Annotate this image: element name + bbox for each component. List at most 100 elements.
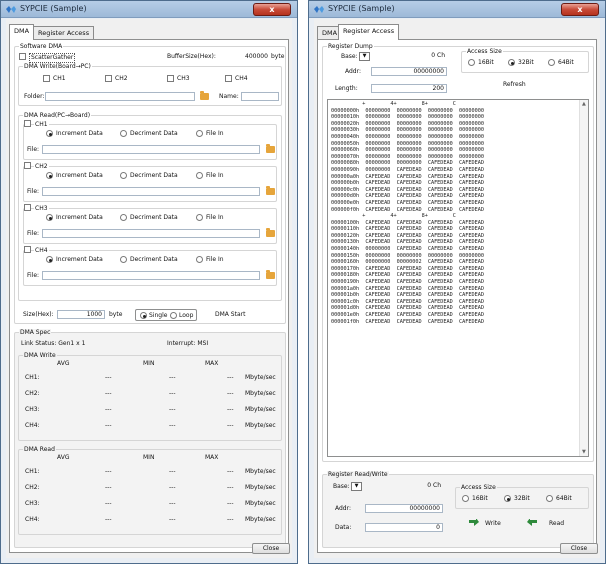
single-radio[interactable]	[140, 312, 147, 319]
read-ch4-decriment-radio[interactable]	[120, 256, 127, 263]
read-ch4-checkbox[interactable]	[24, 246, 31, 253]
write-ch2-label: CH2	[115, 75, 128, 82]
dump-scrollbar[interactable]: ▲ ▼	[579, 100, 588, 456]
read-ch2-decriment-radio[interactable]	[120, 172, 127, 179]
read-ch3-file-input[interactable]	[42, 229, 260, 238]
refresh-button[interactable]: Refresh	[503, 81, 526, 89]
dump-line: 00000030h 00000000 00000000 00000000 000…	[331, 127, 485, 134]
rw-addr-label: Addr:	[335, 505, 351, 512]
dump-line: 00000020h 00000000 00000000 00000000 000…	[331, 120, 485, 127]
close-button[interactable]: Close	[560, 543, 598, 554]
read-ch3-folder-icon[interactable]	[266, 228, 275, 237]
dump-line: 000001b0h CAFEDEAD CAFEDEAD CAFEDEAD CAF…	[331, 292, 485, 299]
folder-input[interactable]	[45, 92, 195, 101]
read-ch2-folder-icon[interactable]	[266, 186, 275, 195]
interrupt-status: Interrupt: MSI	[167, 340, 209, 347]
title-bar[interactable]: SYPCIE (Sample) x	[309, 1, 605, 18]
read-ch3-increment-radio[interactable]	[46, 214, 53, 221]
dump-line: 000001c0h CAFEDEAD CAFEDEAD CAFEDEAD CAF…	[331, 298, 485, 305]
dump-32bit-label: 32Bit	[518, 59, 534, 66]
read-ch1-file-input[interactable]	[42, 145, 260, 154]
tab-register-access[interactable]: Register Access	[33, 26, 95, 39]
rw-addr-input[interactable]: 00000000	[365, 504, 443, 513]
read-ch1-decriment-radio[interactable]	[120, 130, 127, 137]
read-ch1-filein-label: File In	[206, 130, 224, 137]
read-ch3-filein-radio[interactable]	[196, 214, 203, 221]
write-row-max: ---	[227, 422, 234, 429]
base-dropdown-icon[interactable]: ▼	[359, 52, 370, 61]
read-ch2-increment-radio[interactable]	[46, 172, 53, 179]
single-label: Single	[149, 312, 168, 319]
dma-write-group: DMA Write(Board→PC) CH1 CH2 CH3 CH4 Fold…	[18, 63, 282, 106]
rw-32bit-label: 32Bit	[514, 495, 530, 502]
read-arrow-icon[interactable]	[527, 519, 537, 527]
dma-read-group: DMA Read(PC→Board) CH1 Increment Data De…	[18, 112, 282, 301]
dump-listbox[interactable]: + 4+ 8+ C 00000000h 00000000 00000000 000…	[327, 99, 589, 457]
dump-line: 000000d0h CAFEDEAD CAFEDEAD CAFEDEAD CAF…	[331, 193, 485, 200]
dma-panel: Software DMA ScatterGather BufferSize(He…	[9, 39, 289, 553]
tab-dma[interactable]: DMA	[9, 24, 35, 40]
write-ch1-checkbox[interactable]	[43, 75, 50, 82]
close-button[interactable]: Close	[252, 543, 290, 554]
register-window: SYPCIE (Sample) x DMA Register Access Re…	[308, 0, 606, 564]
write-arrow-icon[interactable]	[469, 519, 479, 527]
dump-line: 00000050h 00000000 00000000 00000000 000…	[331, 140, 485, 147]
rw-64bit-radio[interactable]	[546, 495, 553, 502]
read-ch1-increment-radio[interactable]	[46, 130, 53, 137]
register-rw-group: Register Read/Write Base: ▼ 0 Ch Addr: 0…	[322, 471, 594, 548]
write-ch2-checkbox[interactable]	[105, 75, 112, 82]
rw-access-size-legend: Access Size	[460, 484, 497, 492]
write-row-avg: ---	[105, 422, 112, 429]
buffer-size-label: BufferSize(Hex):	[167, 53, 216, 60]
folder-browse-icon[interactable]	[200, 91, 209, 100]
read-ch3-decriment-radio[interactable]	[120, 214, 127, 221]
read-ch3-checkbox[interactable]	[24, 204, 31, 211]
read-ch2-checkbox[interactable]	[24, 162, 31, 169]
write-row-avg: ---	[105, 406, 112, 413]
dump-16bit-radio[interactable]	[468, 59, 475, 66]
window-close-button[interactable]: x	[561, 3, 599, 16]
read-ch4-filein-radio[interactable]	[196, 256, 203, 263]
tab-register-access[interactable]: Register Access	[338, 24, 400, 40]
write-ch3-checkbox[interactable]	[167, 75, 174, 82]
read-avg-header: AVG	[57, 454, 70, 461]
rw-data-input[interactable]: 0	[365, 523, 443, 532]
buffer-size-value[interactable]: 400000	[245, 53, 268, 61]
addr-input[interactable]: 00000000	[371, 67, 447, 76]
read-ch4-label: CH4	[34, 247, 49, 255]
write-row-avg: ---	[105, 374, 112, 381]
rw-32bit-radio[interactable]	[504, 495, 511, 502]
read-ch2-file-input[interactable]	[42, 187, 260, 196]
loop-radio[interactable]	[170, 312, 177, 319]
dump-line: 000000a0h CAFEDEAD CAFEDEAD CAFEDEAD CAF…	[331, 173, 485, 180]
dump-64bit-radio[interactable]	[548, 59, 555, 66]
dma-start-button[interactable]: DMA Start	[215, 311, 245, 319]
read-ch4-file-input[interactable]	[42, 271, 260, 280]
dump-line: 00000120h CAFEDEAD CAFEDEAD CAFEDEAD CAF…	[331, 232, 485, 239]
write-button[interactable]: Write	[485, 520, 501, 528]
read-ch4-increment-radio[interactable]	[46, 256, 53, 263]
title-bar[interactable]: SYPCIE (Sample) x	[1, 1, 297, 18]
read-button[interactable]: Read	[549, 520, 564, 528]
read-ch4-folder-icon[interactable]	[266, 270, 275, 279]
length-input[interactable]: 200	[371, 84, 447, 93]
scatter-gather-checkbox[interactable]	[19, 53, 26, 60]
read-ch2-filein-radio[interactable]	[196, 172, 203, 179]
read-ch1-label: CH1	[34, 121, 49, 129]
rw-16bit-radio[interactable]	[462, 495, 469, 502]
read-row-max: ---	[227, 516, 234, 523]
read-ch1-folder-icon[interactable]	[266, 144, 275, 153]
write-row-min: ---	[169, 374, 176, 381]
scroll-down-icon[interactable]: ▼	[582, 449, 586, 455]
write-ch4-checkbox[interactable]	[225, 75, 232, 82]
window-close-button[interactable]: x	[253, 3, 291, 16]
scroll-up-icon[interactable]: ▲	[582, 101, 586, 107]
rw-base-dropdown-icon[interactable]: ▼	[351, 482, 362, 491]
read-ch1-filein-radio[interactable]	[196, 130, 203, 137]
name-input[interactable]	[241, 92, 279, 101]
dump-32bit-radio[interactable]	[508, 59, 515, 66]
read-row-ch: CH3:	[25, 500, 40, 507]
read-ch4-group: CH4 Increment Data Decriment Data File I…	[23, 246, 277, 286]
size-input[interactable]: 1000	[57, 310, 105, 319]
read-ch1-checkbox[interactable]	[24, 120, 31, 127]
